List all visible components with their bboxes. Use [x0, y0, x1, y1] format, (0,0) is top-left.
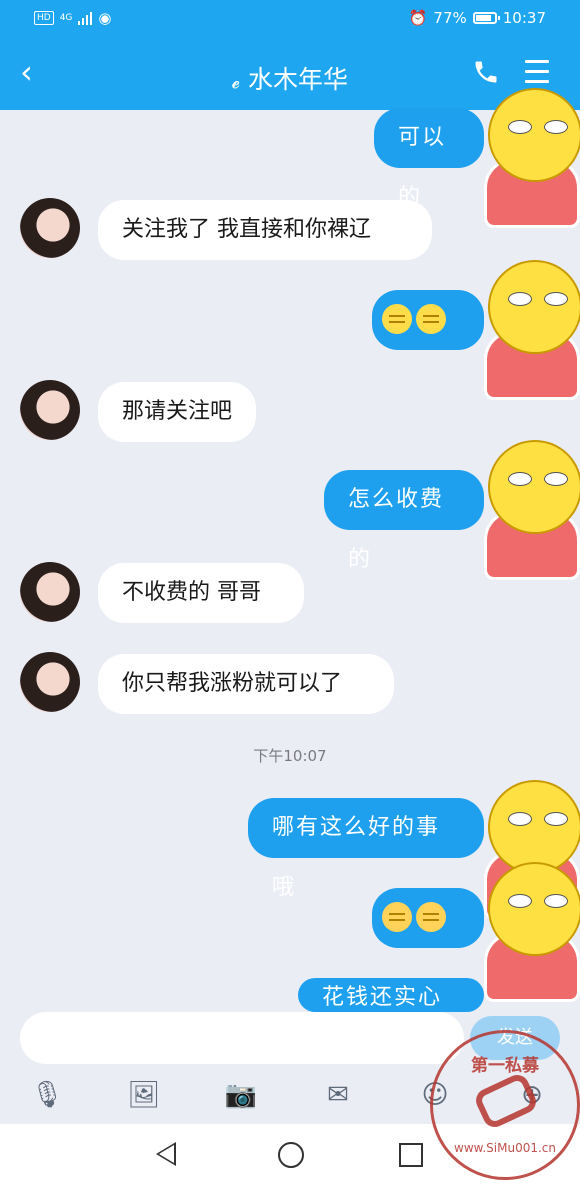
message-bubble-in[interactable]: 那请关注吧 — [98, 382, 256, 442]
message-bubble-out[interactable]: 哪有这么好的事哦 — [248, 798, 484, 900]
sticker-avatar[interactable] — [484, 862, 580, 1002]
nav-home-button[interactable] — [278, 1142, 304, 1168]
message-bubble-out[interactable]: 可以的 — [374, 108, 484, 210]
shy-emoji-icon — [416, 902, 446, 932]
watermark-seal: 第一私募 www.SiMu001.cn — [430, 1030, 580, 1180]
microphone-icon[interactable]: 🎙 — [30, 1080, 64, 1110]
message-bubble-out-partial[interactable]: 花钱还实心点 — [298, 978, 484, 1012]
image-icon[interactable]: 🖼 — [127, 1080, 161, 1110]
nav-recents-button[interactable] — [399, 1143, 423, 1167]
signal-icon — [78, 11, 93, 25]
status-bar: HD 4G ◉ ⏰ 77% 10:37 — [0, 0, 580, 36]
message-bubble-in[interactable]: 关注我了 我直接和你裸辽 — [98, 200, 432, 260]
contact-avatar[interactable] — [20, 380, 80, 440]
message-bubble-out-emoji[interactable] — [372, 290, 484, 350]
phone-call-button[interactable] — [472, 58, 500, 86]
battery-percent: 77% — [433, 9, 467, 27]
hd-icon: HD — [34, 11, 54, 25]
message-timestamp: 下午10:07 — [253, 747, 327, 765]
sticker-avatar[interactable] — [484, 88, 580, 228]
alarm-icon: ⏰ — [408, 9, 428, 27]
seal-logo-icon — [472, 1071, 540, 1131]
smile-emoji-icon — [382, 304, 412, 334]
message-bubble-out-emoji[interactable] — [372, 888, 484, 948]
nav-back-button[interactable] — [156, 1142, 176, 1166]
battery-icon — [472, 12, 500, 24]
message-bubble-in[interactable]: 你只帮我涨粉就可以了 — [98, 654, 394, 714]
sticker-avatar[interactable] — [484, 440, 580, 580]
network-label: 4G — [59, 13, 73, 23]
menu-button[interactable] — [525, 60, 549, 90]
eye-icon: ◉ — [98, 9, 112, 27]
shy-emoji-icon — [382, 902, 412, 932]
contact-avatar[interactable] — [20, 198, 80, 258]
sticker-avatar[interactable] — [484, 260, 580, 400]
ear-icon[interactable]: 𝓮 — [232, 72, 240, 93]
contact-avatar[interactable] — [20, 562, 80, 622]
message-bubble-out[interactable]: 怎么收费的 — [324, 470, 484, 572]
camera-icon[interactable]: 📷 — [224, 1080, 258, 1110]
clock: 10:37 — [502, 9, 546, 27]
smile-emoji-icon — [416, 304, 446, 334]
red-packet-icon[interactable]: ✉ — [321, 1080, 355, 1110]
contact-avatar[interactable] — [20, 652, 80, 712]
message-input[interactable] — [20, 1012, 464, 1064]
message-bubble-in[interactable]: 不收费的 哥哥 — [98, 563, 304, 623]
